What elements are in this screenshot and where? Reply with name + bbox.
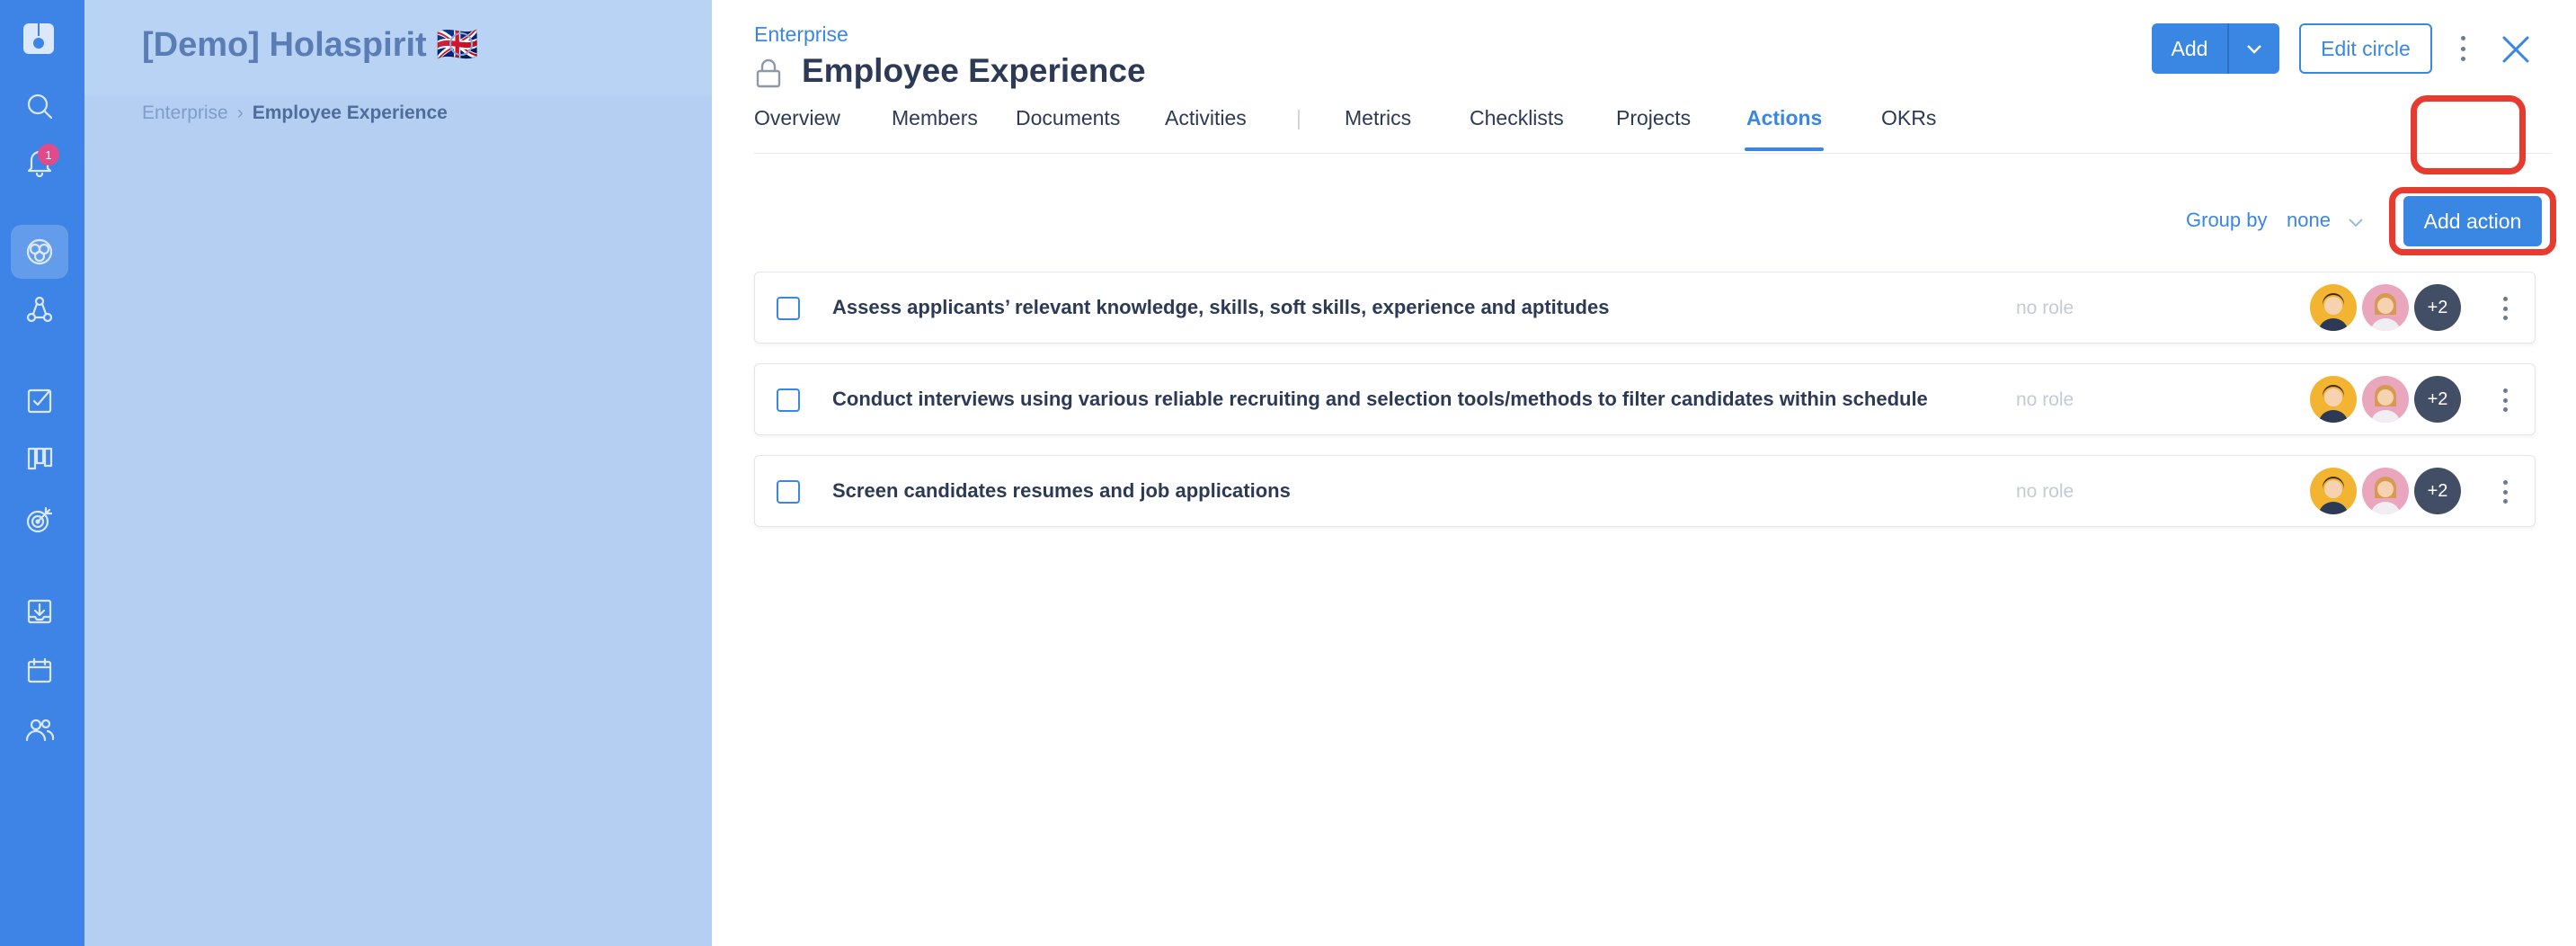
tab-divider <box>1298 110 1300 129</box>
add-action-highlight <box>2389 187 2556 255</box>
tab-members[interactable]: Members <box>892 106 978 153</box>
group-by-select[interactable]: none <box>2287 209 2331 232</box>
lock-icon <box>755 58 782 88</box>
more-assignees-badge[interactable]: +2 <box>2414 284 2461 331</box>
add-split-button: Add <box>2152 23 2279 74</box>
action-checkbox[interactable] <box>777 388 800 412</box>
tabs-divider <box>754 153 2552 154</box>
target-icon[interactable] <box>11 493 68 547</box>
row-more-icon[interactable] <box>2499 386 2511 415</box>
page-title: Employee Experience <box>802 52 1146 89</box>
tab-bar: Overview Members Documents Activities Me… <box>754 106 2552 153</box>
action-role: no role <box>2016 481 2074 502</box>
app-rail: 1 <box>0 0 84 946</box>
background-panel: [Demo] Holaspirit 🇬🇧 Enterprise › Employee… <box>84 0 712 946</box>
notification-badge: 1 <box>38 144 59 165</box>
avatar[interactable] <box>2310 468 2357 514</box>
chevron-down-icon[interactable] <box>2229 23 2279 74</box>
chevron-right-icon: › <box>236 103 244 123</box>
tab-projects[interactable]: Projects <box>1616 106 1691 153</box>
calendar-icon[interactable] <box>11 644 68 698</box>
action-row[interactable]: Screen candidates resumes and job applic… <box>754 455 2536 527</box>
more-assignees-badge[interactable]: +2 <box>2414 468 2461 514</box>
holaspirit-logo-icon[interactable] <box>18 18 59 59</box>
search-icon[interactable] <box>11 79 68 133</box>
action-checkbox[interactable] <box>777 480 800 504</box>
bell-icon[interactable] <box>11 135 68 189</box>
tab-documents[interactable]: Documents <box>1016 106 1120 153</box>
action-row[interactable]: Conduct interviews using various reliabl… <box>754 363 2536 435</box>
tab-overview[interactable]: Overview <box>754 106 840 153</box>
avatar[interactable] <box>2362 284 2409 331</box>
edit-circle-button[interactable]: Edit circle <box>2299 23 2432 74</box>
more-options-icon[interactable] <box>2456 32 2470 65</box>
circles-icon[interactable] <box>11 225 68 279</box>
people-icon[interactable] <box>11 703 68 757</box>
row-more-icon[interactable] <box>2499 477 2511 506</box>
more-assignees-badge[interactable]: +2 <box>2414 376 2461 423</box>
avatar[interactable] <box>2310 284 2357 331</box>
chevron-down-icon[interactable] <box>2346 212 2366 232</box>
avatar[interactable] <box>2362 376 2409 423</box>
action-role: no role <box>2016 298 2074 318</box>
parent-circle-link[interactable]: Enterprise <box>754 22 848 47</box>
group-by-label: Group by <box>2186 209 2268 231</box>
action-title[interactable]: Assess applicants’ relevant knowledge, s… <box>832 296 1609 319</box>
tasks-icon[interactable] <box>11 374 68 428</box>
breadcrumb-item: Enterprise <box>142 103 228 123</box>
tab-activities[interactable]: Activities <box>1165 106 1247 153</box>
close-icon[interactable] <box>2500 34 2531 65</box>
board-icon[interactable] <box>11 432 68 486</box>
actions-tab-highlight <box>2411 95 2526 174</box>
avatar[interactable] <box>2362 468 2409 514</box>
tab-checklists[interactable]: Checklists <box>1470 106 1564 153</box>
tab-okrs[interactable]: OKRs <box>1881 106 1936 153</box>
breadcrumb-item-current: Employee Experience <box>252 103 448 123</box>
circle-panel: Enterprise Employee Experience Add Edit … <box>712 0 2576 946</box>
add-button[interactable]: Add <box>2152 23 2229 74</box>
action-title[interactable]: Screen candidates resumes and job applic… <box>832 479 1291 503</box>
tab-metrics[interactable]: Metrics <box>1345 106 1411 153</box>
tab-actions[interactable]: Actions <box>1744 106 1825 153</box>
row-more-icon[interactable] <box>2499 294 2511 323</box>
background-breadcrumb: Enterprise › Employee Experience <box>142 103 448 124</box>
action-role: no role <box>2016 389 2074 410</box>
info-icon <box>449 32 473 56</box>
roles-icon[interactable] <box>11 282 68 336</box>
inbox-icon[interactable] <box>11 585 68 638</box>
org-title: [Demo] Holaspirit 🇬🇧 <box>142 26 479 64</box>
action-row[interactable]: Assess applicants’ relevant knowledge, s… <box>754 272 2536 344</box>
action-title[interactable]: Conduct interviews using various reliabl… <box>832 388 1928 411</box>
avatar[interactable] <box>2310 376 2357 423</box>
action-checkbox[interactable] <box>777 297 800 320</box>
